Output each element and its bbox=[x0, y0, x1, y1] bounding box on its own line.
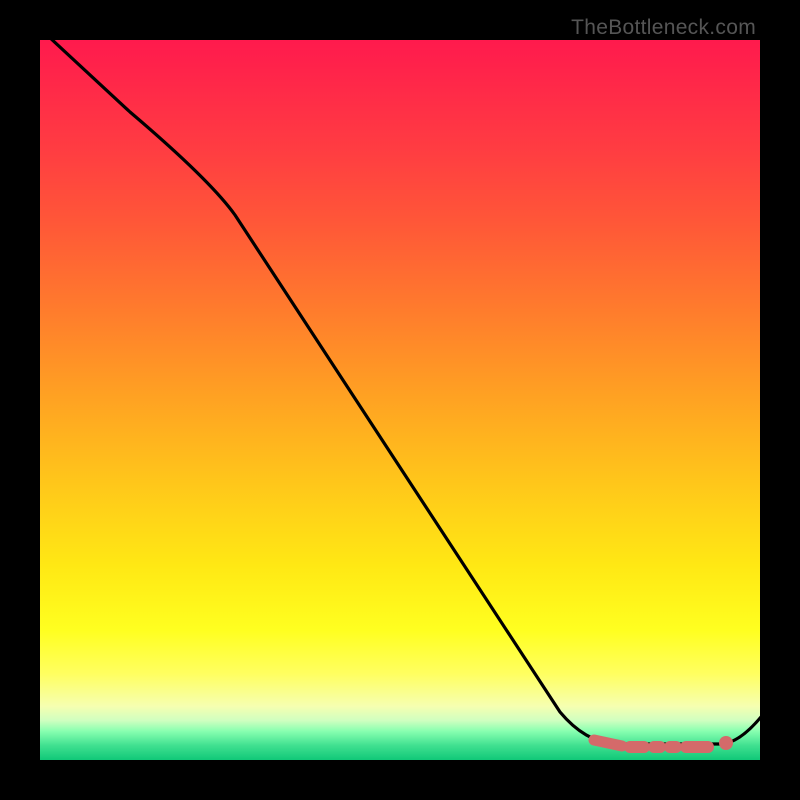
marker-point-icon bbox=[719, 736, 733, 750]
flat-region-solid bbox=[594, 740, 622, 746]
bottleneck-curve bbox=[20, 10, 765, 744]
attribution-watermark: TheBottleneck.com bbox=[571, 16, 756, 40]
chart-overlay-svg bbox=[40, 40, 760, 760]
